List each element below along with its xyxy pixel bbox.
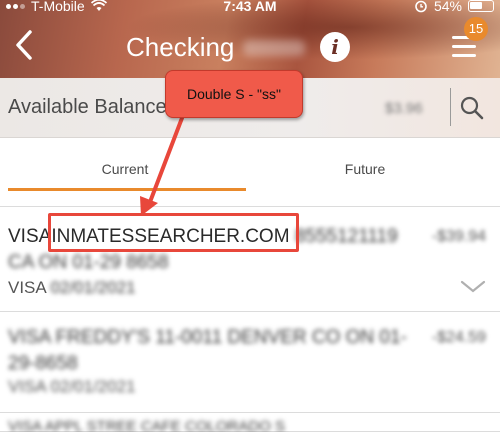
active-tab-indicator	[8, 188, 246, 191]
transaction-date: 02/01/2021	[50, 278, 136, 297]
transaction-row[interactable]: VISA FREDDY'S 11-0011 DENVER CO ON 01- -…	[0, 313, 500, 413]
transaction-phone: 8555121119	[294, 226, 398, 247]
status-bar: T-Mobile 7:43 AM 54%	[0, 0, 500, 18]
account-number-redacted	[243, 40, 305, 56]
search-button[interactable]	[458, 94, 486, 122]
transaction-description-line2: 29-8658	[8, 353, 78, 374]
info-button[interactable]: i	[320, 32, 350, 62]
tab-future[interactable]: Future	[240, 139, 490, 207]
divider	[450, 88, 451, 126]
alarm-icon	[415, 0, 427, 13]
transaction-type: VISA	[8, 377, 46, 396]
transaction-amount: -$24.59	[431, 329, 486, 346]
transaction-description: VISA FREDDY'S 11-0011 DENVER CO ON 01-	[8, 327, 407, 348]
notification-badge: 15	[464, 17, 488, 41]
balance-label: Available Balance:	[8, 96, 173, 118]
chevron-left-icon	[16, 30, 32, 60]
transaction-prefix: VISA	[8, 226, 52, 247]
transaction-date: 02/01/2021	[50, 377, 136, 396]
transaction-description: VISA APPL STREE CAFE COLORADO S	[8, 418, 286, 432]
transaction-amount: -$39.94	[431, 228, 486, 245]
annotation-callout: Double S - "ss"	[165, 70, 303, 118]
tab-bar: Current Future	[0, 139, 500, 207]
transaction-type: VISA	[8, 278, 46, 297]
back-button[interactable]	[10, 28, 40, 62]
header-bar: T-Mobile 7:43 AM 54% Checking i 15	[0, 0, 500, 78]
transaction-meta: VISA 02/01/2021	[8, 278, 136, 298]
search-icon	[460, 96, 484, 120]
annotation-highlight-box	[48, 213, 299, 252]
tab-current[interactable]: Current	[0, 139, 250, 207]
battery-percent: 54%	[433, 0, 462, 14]
balance-value: $3.96	[385, 100, 423, 117]
battery-icon	[468, 0, 494, 12]
page-title: Checking	[126, 32, 235, 62]
chevron-down-icon[interactable]	[460, 280, 486, 294]
transaction-description-line2: CA ON 01-29 8658	[8, 252, 169, 273]
transaction-row[interactable]: VISA APPL STREE CAFE COLORADO S	[0, 414, 500, 432]
transaction-meta: VISA 02/01/2021	[8, 377, 136, 397]
